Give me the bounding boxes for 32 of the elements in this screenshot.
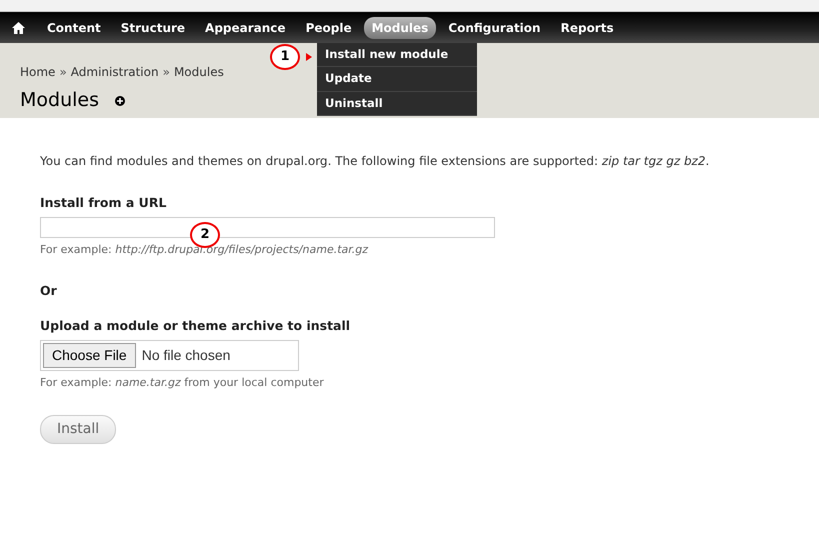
toolbar-tab[interactable]: Configuration — [440, 16, 549, 38]
file-status-text: No file chosen — [142, 346, 230, 365]
callout-marker: 2 — [190, 222, 220, 248]
toolbar-tab[interactable]: People — [298, 16, 360, 38]
inline-link[interactable]: modules — [116, 154, 168, 168]
toolbar-tab[interactable]: Structure — [112, 16, 194, 38]
field-label: Upload a module or theme archive to install — [40, 317, 352, 335]
breadcrumb-link[interactable]: Modules — [174, 65, 224, 79]
url-input-field[interactable] — [40, 216, 495, 238]
intro-text: You can find modules and themes on drupal.org. The following file extensions are supported: zip tar tgz gz bz2. — [40, 153, 710, 170]
install-button[interactable]: Install — [40, 415, 116, 444]
choose-file-button[interactable]: Choose File — [43, 342, 136, 368]
toolbar-tab[interactable]: Content — [39, 16, 109, 38]
field-description: For example: name.tar.gz from your local computer — [40, 374, 325, 391]
breadcrumb-link[interactable]: Home — [20, 65, 56, 79]
page-title: Modules — [20, 89, 99, 112]
toolbar-tab[interactable]: Reports — [552, 16, 622, 38]
breadcrumb-separator: » — [59, 65, 67, 79]
menu-item[interactable]: Update — [317, 67, 477, 92]
add-shortcut-icon[interactable] — [115, 96, 125, 106]
breadcrumb-separator: » — [162, 65, 170, 79]
inline-link[interactable]: drupal.org — [266, 154, 328, 168]
breadcrumb-link[interactable]: Administration — [70, 65, 159, 79]
or-text: Or — [40, 282, 58, 300]
inline-link[interactable]: themes — [198, 154, 243, 168]
toolbar-tab[interactable]: Appearance — [197, 16, 294, 38]
home-icon[interactable] — [12, 22, 25, 34]
menu-item[interactable]: Uninstall — [317, 92, 477, 116]
pointer-arrow-icon — [306, 53, 312, 61]
field-label: Install from a URL — [40, 194, 168, 212]
menu-item[interactable]: Install new module — [317, 43, 477, 68]
file-input-field[interactable]: Choose File No file chosen — [40, 340, 299, 371]
